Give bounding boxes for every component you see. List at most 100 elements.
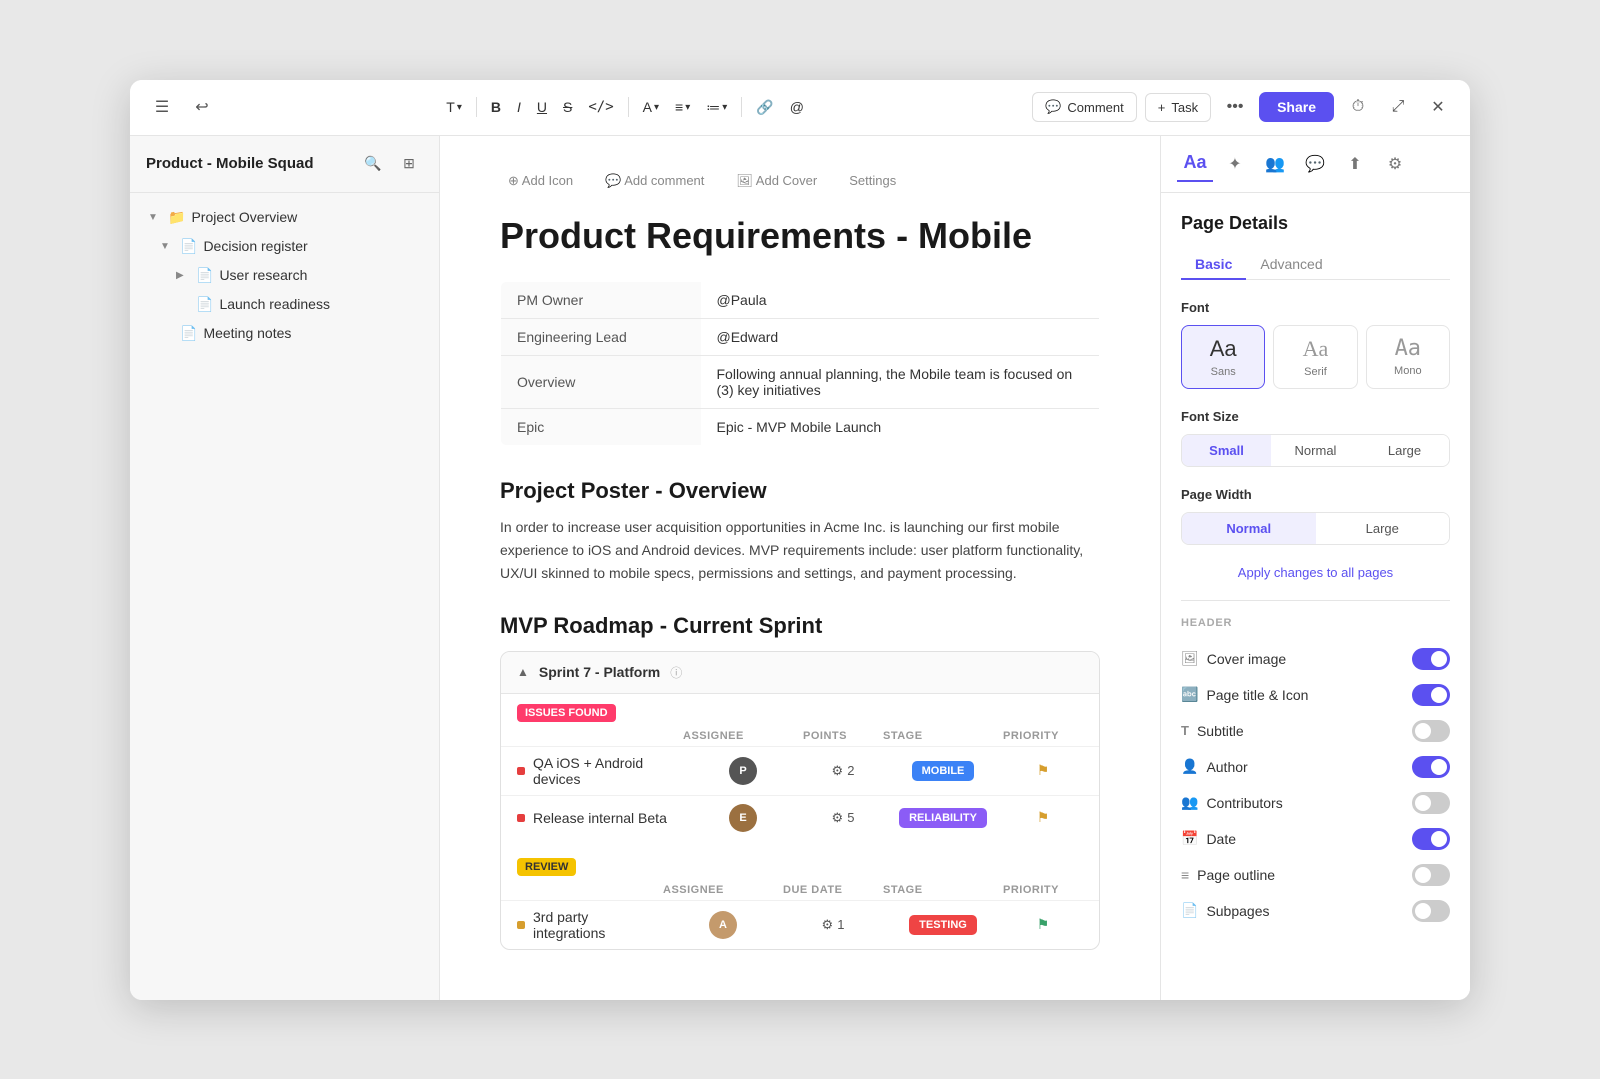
review-row: 3rd party integrations A ⚙ 1 TESTING	[501, 900, 1099, 949]
add-comment-button[interactable]: 💬 Add comment	[597, 168, 712, 194]
issue-dot-icon	[517, 767, 525, 775]
toggle-date: 📅 Date	[1181, 821, 1450, 857]
font-mono-label: Mono	[1394, 365, 1422, 377]
issue-group-issues-found: ISSUES FOUND ASSIGNEE POINTS STAGE PRIOR…	[501, 694, 1099, 840]
right-panel: Aa ✦ 👥 💬 ⬆ ⚙ Page Details Basic Advanced…	[1160, 136, 1470, 1000]
cover-image-toggle[interactable]	[1412, 648, 1450, 670]
share-button[interactable]: Share	[1259, 92, 1334, 122]
expand-button[interactable]: ⤢	[1382, 91, 1414, 123]
app-window: ☰ ↩ T ▾ B I U S </> A ▾ ≡ ▾ ≔ ▾ 🔗 @ 💬 Co…	[130, 80, 1470, 1000]
size-large-button[interactable]: Large	[1360, 435, 1449, 466]
search-button[interactable]: 🔍	[359, 150, 387, 178]
more-button[interactable]: •••	[1219, 91, 1251, 123]
sidebar-item-label: Meeting notes	[203, 325, 421, 341]
link-button[interactable]: 🔗	[750, 95, 779, 120]
sidebar-item-label: Launch readiness	[219, 296, 421, 312]
right-panel-content: Page Details Basic Advanced Font Aa Sans…	[1161, 193, 1470, 949]
avatar: P	[729, 757, 757, 785]
rp-members-button[interactable]: 👥	[1257, 146, 1293, 182]
toggle-label-left: T Subtitle	[1181, 723, 1244, 739]
points-icon: ⚙	[822, 917, 834, 933]
header-section-label: HEADER	[1181, 617, 1450, 629]
undo-button[interactable]: ↩	[186, 91, 218, 123]
strikethrough-button[interactable]: S	[557, 95, 578, 119]
editor-area[interactable]: ⊕ Add Icon 💬 Add comment 🖼 Add Cover Set…	[440, 136, 1160, 1000]
subtitle-toggle[interactable]	[1412, 720, 1450, 742]
rp-settings-button[interactable]: ⚙	[1377, 146, 1413, 182]
page-width-section: Page Width Normal Large	[1181, 487, 1450, 545]
code-button[interactable]: </>	[582, 95, 619, 119]
width-normal-button[interactable]: Normal	[1182, 513, 1316, 544]
issue-row: Release internal Beta E ⚙ 5 RELIABILITY	[501, 795, 1099, 840]
page-outline-icon: ≡	[1181, 867, 1189, 883]
author-icon: 👤	[1181, 758, 1198, 775]
sidebar-title: Product - Mobile Squad	[146, 155, 314, 172]
rp-design-button[interactable]: ✦	[1217, 146, 1253, 182]
stage-cell: TESTING	[883, 915, 1003, 935]
italic-button[interactable]: I	[511, 95, 527, 119]
sidebar-item-launch-readiness[interactable]: ▶ 📄 Launch readiness	[136, 290, 433, 319]
rp-typography-button[interactable]: Aa	[1177, 146, 1213, 182]
info-row-overview: Overview Following annual planning, the …	[501, 355, 1100, 408]
text-format-button[interactable]: T ▾	[440, 95, 468, 119]
points-value: 1	[837, 917, 844, 932]
review-tag: REVIEW	[517, 858, 576, 876]
font-color-button[interactable]: A ▾	[637, 95, 665, 119]
toggle-label-left: 🖼 Cover image	[1181, 650, 1286, 667]
info-row-eng-lead: Engineering Lead @Edward	[501, 318, 1100, 355]
sidebar-item-user-research[interactable]: ▶ 📄 User research	[136, 261, 433, 290]
bold-button[interactable]: B	[485, 95, 507, 119]
rp-divider	[1181, 600, 1450, 601]
date-toggle[interactable]	[1412, 828, 1450, 850]
history-button[interactable]: ⏱	[1342, 91, 1374, 123]
apply-all-link[interactable]: Apply changes to all pages	[1181, 565, 1450, 580]
sidebar-item-meeting-notes[interactable]: ▶ 📄 Meeting notes	[136, 319, 433, 348]
size-normal-button[interactable]: Normal	[1271, 435, 1360, 466]
rp-comments-button[interactable]: 💬	[1297, 146, 1333, 182]
arrow-icon: ▼	[160, 241, 174, 252]
font-option-sans[interactable]: Aa Sans	[1181, 325, 1265, 389]
author-toggle[interactable]	[1412, 756, 1450, 778]
align-button[interactable]: ≡ ▾	[669, 95, 696, 119]
col-assignee: ASSIGNEE	[683, 730, 803, 742]
rp-export-button[interactable]: ⬆	[1337, 146, 1373, 182]
add-icon-button[interactable]: ⊕ Add Icon	[500, 168, 581, 194]
size-small-button[interactable]: Small	[1182, 435, 1271, 466]
layout-button[interactable]: ⊞	[395, 150, 423, 178]
rp-tabs: Basic Advanced	[1181, 250, 1450, 280]
subpages-toggle[interactable]	[1412, 900, 1450, 922]
toggle-label-left: 📄 Subpages	[1181, 902, 1270, 919]
section1-heading: Project Poster - Overview	[500, 478, 1100, 504]
font-options: Aa Sans Aa Serif Aa Mono	[1181, 325, 1450, 389]
rp-tab-basic[interactable]: Basic	[1181, 250, 1246, 280]
font-option-mono[interactable]: Aa Mono	[1366, 325, 1450, 389]
contributors-toggle[interactable]	[1412, 792, 1450, 814]
hamburger-button[interactable]: ☰	[146, 91, 178, 123]
underline-button[interactable]: U	[531, 95, 553, 119]
comment-button[interactable]: 💬 Comment	[1032, 92, 1137, 122]
page-title-toggle[interactable]	[1412, 684, 1450, 706]
col-priority: PRIORITY	[1003, 884, 1083, 896]
task-button[interactable]: + Task	[1145, 93, 1211, 122]
sidebar-item-label: User research	[219, 267, 421, 283]
add-cover-button[interactable]: 🖼 Add Cover	[728, 168, 825, 194]
width-large-button[interactable]: Large	[1316, 513, 1450, 544]
font-size-section: Font Size Small Normal Large	[1181, 409, 1450, 467]
subpages-icon: 📄	[1181, 902, 1198, 919]
task-plus-icon: +	[1158, 100, 1166, 115]
settings-button[interactable]: Settings	[841, 168, 904, 194]
mention-button[interactable]: @	[784, 95, 810, 119]
section1-text: In order to increase user acquisition op…	[500, 516, 1100, 585]
sidebar-item-decision-register[interactable]: ▼ 📄 Decision register	[136, 232, 433, 261]
list-button[interactable]: ≔ ▾	[700, 95, 733, 120]
toggle-label: Cover image	[1207, 651, 1286, 667]
font-option-serif[interactable]: Aa Serif	[1273, 325, 1357, 389]
info-key: Engineering Lead	[501, 318, 701, 355]
sidebar-nav: ▼ 📁 Project Overview ▼ 📄 Decision regist…	[130, 193, 439, 358]
sidebar-item-project-overview[interactable]: ▼ 📁 Project Overview	[136, 203, 433, 232]
rp-tab-advanced[interactable]: Advanced	[1246, 250, 1336, 280]
font-size-label: Font Size	[1181, 409, 1450, 424]
issues-found-tag: ISSUES FOUND	[517, 704, 616, 722]
page-outline-toggle[interactable]	[1412, 864, 1450, 886]
close-button[interactable]: ✕	[1422, 91, 1454, 123]
